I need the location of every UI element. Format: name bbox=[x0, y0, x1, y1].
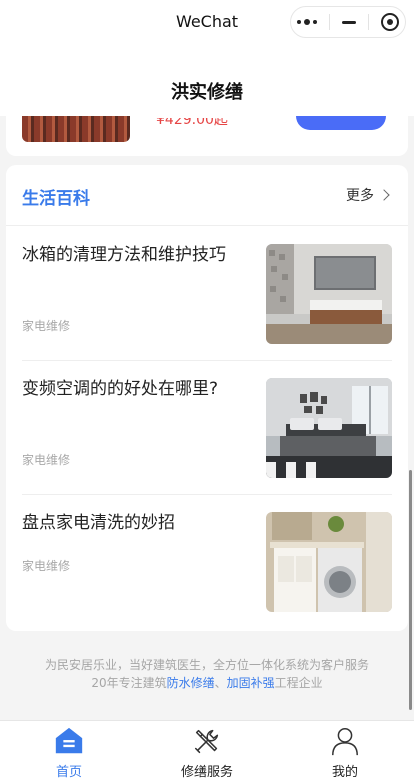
washing-machine-image bbox=[266, 512, 392, 612]
footer-line-2: 20年专注建筑防水修缮、加固补强工程企业 bbox=[0, 674, 414, 692]
previous-service-card[interactable]: ¥429.00起 bbox=[6, 116, 408, 156]
section-title: 生活百科 bbox=[22, 189, 90, 209]
article-title: 变频空调的的好处在哪里? bbox=[22, 379, 219, 399]
tab-mine[interactable]: 我的 bbox=[276, 721, 414, 780]
more-label: 更多 bbox=[346, 188, 374, 204]
tools-icon bbox=[194, 729, 219, 754]
footer-suffix: 工程企业 bbox=[274, 676, 323, 690]
chevron-right-icon bbox=[378, 189, 390, 201]
life-wiki-section: 生活百科 更多 冰箱的清理方法和维护技巧 家电维修 变频空调的的好处在哪里? 家… bbox=[6, 165, 408, 631]
footer-line-1: 为民安居乐业，当好建筑医生，全方位一体化系统为客户服务 bbox=[44, 658, 369, 672]
footer-prefix: 20年专注建筑 bbox=[91, 676, 167, 690]
footer-slogan: 为民安居乐业，当好建筑医生，全方位一体化系统为客户服务 20年专注建筑防水修缮、… bbox=[0, 656, 414, 692]
tab-bar: 首页 修缮服务 我的 bbox=[0, 720, 414, 780]
service-thumbnail bbox=[22, 116, 130, 142]
footer-separator: 、 bbox=[214, 676, 227, 690]
tab-home[interactable]: 首页 bbox=[0, 721, 138, 780]
tab-label: 修缮服务 bbox=[180, 765, 233, 780]
article-item[interactable]: 变频空调的的好处在哪里? 家电维修 bbox=[22, 361, 392, 495]
more-link[interactable]: 更多 bbox=[346, 185, 390, 205]
user-icon bbox=[332, 728, 358, 756]
capsule-divider bbox=[368, 14, 369, 30]
section-header: 生活百科 更多 bbox=[6, 165, 408, 226]
article-tag: 家电维修 bbox=[22, 319, 71, 333]
scroll-content[interactable]: ¥429.00起 生活百科 更多 冰箱的清理方法和维护技巧 家电维修 变频空调的… bbox=[0, 116, 414, 720]
minimize-icon[interactable] bbox=[342, 20, 356, 24]
book-button[interactable] bbox=[296, 116, 386, 130]
tab-label: 我的 bbox=[331, 765, 358, 780]
tab-label: 首页 bbox=[55, 765, 82, 780]
article-title: 盘点家电清洗的妙招 bbox=[22, 513, 175, 533]
service-price: ¥429.00起 bbox=[156, 118, 228, 128]
article-tag: 家电维修 bbox=[22, 559, 71, 573]
nav-bar: 洪实修缮 bbox=[0, 44, 414, 116]
waterproof-repair-link[interactable]: 防水修缮 bbox=[167, 676, 215, 690]
more-options-icon[interactable] bbox=[297, 19, 317, 25]
article-item[interactable]: 盘点家电清洗的妙招 家电维修 bbox=[22, 495, 392, 629]
close-mini-program-icon[interactable] bbox=[381, 13, 399, 31]
mini-program-capsule bbox=[290, 6, 406, 38]
page-title: 洪实修缮 bbox=[171, 82, 243, 103]
bathroom-vanity-image bbox=[266, 244, 392, 344]
scrollbar[interactable] bbox=[409, 470, 412, 710]
tab-repair-service[interactable]: 修缮服务 bbox=[138, 721, 276, 780]
article-tag: 家电维修 bbox=[22, 453, 71, 467]
article-item[interactable]: 冰箱的清理方法和维护技巧 家电维修 bbox=[22, 227, 392, 361]
reinforcement-link[interactable]: 加固补强 bbox=[227, 676, 275, 690]
capsule-divider bbox=[329, 14, 330, 30]
bedroom-image bbox=[266, 378, 392, 478]
home-icon bbox=[55, 727, 83, 754]
article-title: 冰箱的清理方法和维护技巧 bbox=[22, 245, 226, 265]
status-bar: WeChat bbox=[0, 0, 414, 44]
